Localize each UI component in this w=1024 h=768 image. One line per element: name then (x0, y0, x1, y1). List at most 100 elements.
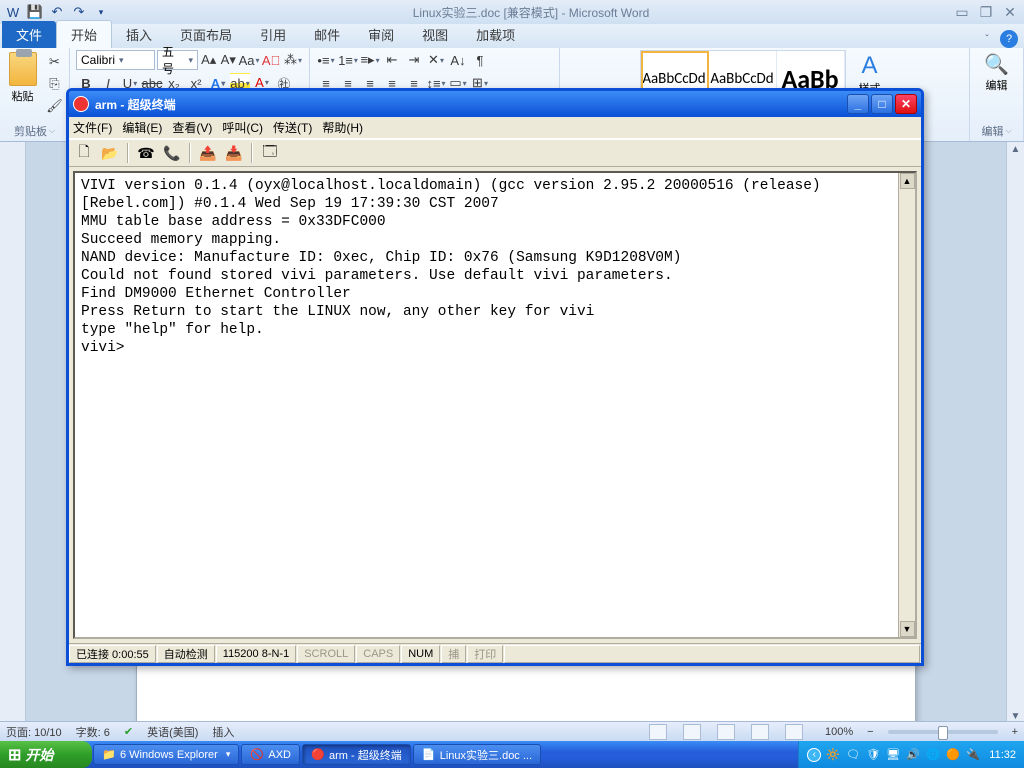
asian-layout-icon[interactable]: ✕ (426, 50, 446, 70)
ht-scrollbar[interactable]: ▲ ▼ (898, 173, 915, 637)
ht-status-caps: CAPS (356, 645, 400, 663)
word-minimize-button[interactable]: ▭ (952, 4, 972, 21)
status-words[interactable]: 字数: 6 (76, 724, 110, 740)
start-button[interactable]: 开始 (0, 741, 92, 768)
taskbar-item-label: Linux实验三.doc ... (440, 747, 532, 763)
tray-icon-1[interactable]: 🔆 (825, 747, 841, 763)
tab-review[interactable]: 审阅 (354, 21, 408, 48)
format-painter-icon[interactable]: 🖌 (45, 96, 65, 116)
change-case-icon[interactable]: Aa (239, 50, 259, 70)
word-restore-button[interactable]: ❐ (976, 4, 996, 21)
ht-open-icon[interactable]: 📂 (99, 142, 121, 164)
view-outline-icon[interactable] (751, 724, 769, 740)
clock[interactable]: 11:32 (989, 749, 1016, 761)
sort-icon[interactable]: A↓ (448, 50, 468, 70)
tray-icon-3[interactable]: 🛡 (865, 747, 881, 763)
tray-icon-6[interactable]: 🌐 (925, 747, 941, 763)
show-marks-icon[interactable]: ¶ (470, 50, 490, 70)
ht-menu-call[interactable]: 呼叫(C) (222, 119, 263, 136)
ht-menu-view[interactable]: 查看(V) (172, 119, 212, 136)
zoom-slider[interactable] (888, 730, 998, 734)
ht-status-num: NUM (401, 645, 440, 663)
indent-dec-icon[interactable]: ⇤ (382, 50, 402, 70)
ht-titlebar[interactable]: arm - 超级终端 _ □ ✕ (69, 91, 921, 117)
cut-icon[interactable]: ✂ (45, 52, 65, 72)
phonetic-icon[interactable]: ⁂ (283, 50, 303, 70)
tab-refs[interactable]: 引用 (246, 21, 300, 48)
font-size-combo[interactable]: 五号 (157, 50, 198, 70)
bullets-icon[interactable]: •≡ (316, 50, 336, 70)
ht-scroll-down-icon[interactable]: ▼ (900, 621, 915, 637)
status-proof-icon[interactable]: ✔ (124, 725, 133, 738)
ribbon-min-icon[interactable]: ˇ (978, 30, 996, 48)
shrink-font-icon[interactable]: A▾ (220, 50, 238, 70)
view-draft-icon[interactable] (785, 724, 803, 740)
ht-menu-file[interactable]: 文件(F) (73, 119, 112, 136)
multilevel-icon[interactable]: ≡▸ (360, 50, 380, 70)
qat-more-icon[interactable]: ▾ (92, 3, 110, 21)
tray-icon-7[interactable]: 🟠 (945, 747, 961, 763)
word-close-button[interactable]: ✕ (1000, 4, 1020, 21)
ht-status-detect: 自动检测 (157, 645, 215, 663)
tab-addins[interactable]: 加载项 (462, 21, 529, 48)
ht-disconnect-icon[interactable]: 📞 (161, 142, 183, 164)
tab-file[interactable]: 文件 (2, 21, 56, 48)
word-title: Linux实验三.doc [兼容模式] - Microsoft Word (110, 4, 952, 21)
paste-button[interactable]: 粘贴 (5, 50, 41, 108)
redo-icon[interactable]: ↷ (70, 3, 88, 21)
ht-menu-transfer[interactable]: 传送(T) (273, 119, 312, 136)
scroll-up-icon[interactable]: ▲ (1011, 144, 1021, 155)
taskbar-item-3[interactable]: 📄Linux实验三.doc ... (413, 744, 541, 765)
tab-mail[interactable]: 邮件 (300, 21, 354, 48)
tab-insert[interactable]: 插入 (112, 21, 166, 48)
ht-menu-help[interactable]: 帮助(H) (322, 119, 363, 136)
ht-connect-icon[interactable]: ☎ (135, 142, 157, 164)
font-name-combo[interactable]: Calibri (76, 50, 155, 70)
status-page[interactable]: 页面: 10/10 (6, 724, 62, 740)
ht-minimize-button[interactable]: _ (847, 94, 869, 114)
ht-maximize-button[interactable]: □ (871, 94, 893, 114)
group-clipboard: 粘贴 ✂ ⎘ 🖌 剪贴板 (0, 48, 70, 141)
status-insert[interactable]: 插入 (212, 724, 234, 740)
editing-button[interactable]: 🔍 编辑 (977, 50, 1017, 108)
taskbar-item-0[interactable]: 📁6 Windows Explorer▾ (93, 744, 239, 765)
status-lang[interactable]: 英语(美国) (147, 724, 198, 740)
ht-close-button[interactable]: ✕ (895, 94, 917, 114)
ht-menu-edit[interactable]: 编辑(E) (122, 119, 162, 136)
ht-status-spacer (504, 645, 920, 663)
indent-inc-icon[interactable]: ⇥ (404, 50, 424, 70)
grow-font-icon[interactable]: A▴ (200, 50, 218, 70)
view-read-icon[interactable] (683, 724, 701, 740)
tray-icon-8[interactable]: 🔌 (965, 747, 981, 763)
numbering-icon[interactable]: 1≡ (338, 50, 358, 70)
save-icon[interactable]: 💾 (26, 3, 44, 21)
ht-scroll-up-icon[interactable]: ▲ (900, 173, 915, 189)
zoom-out-icon[interactable]: − (867, 726, 873, 738)
ht-new-icon[interactable]: 🗋 (73, 142, 95, 164)
zoom-label[interactable]: 100% (825, 726, 853, 738)
zoom-in-icon[interactable]: + (1012, 726, 1018, 738)
ht-status-print: 打印 (467, 645, 503, 663)
view-web-icon[interactable] (717, 724, 735, 740)
clear-format-icon[interactable]: A⃠ (261, 50, 281, 70)
tab-home[interactable]: 开始 (56, 20, 112, 48)
terminal-output[interactable]: VIVI version 0.1.4 (oyx@localhost.locald… (75, 173, 898, 637)
word-scrollbar[interactable]: ▲ ▼ (1006, 142, 1024, 724)
ht-properties-icon[interactable]: 🗔 (259, 142, 281, 164)
tray-icon-2[interactable]: 🗨 (845, 747, 861, 763)
ht-status-cfg: 115200 8-N-1 (216, 645, 296, 663)
undo-icon[interactable]: ↶ (48, 3, 66, 21)
tray-icon-5[interactable]: 🔊 (905, 747, 921, 763)
ht-receive-icon[interactable]: 📥 (223, 142, 245, 164)
taskbar-item-1[interactable]: 🚫AXD (241, 744, 300, 765)
tray-icon-4[interactable]: 🖥 (885, 747, 901, 763)
tab-view[interactable]: 视图 (408, 21, 462, 48)
copy-icon[interactable]: ⎘ (45, 74, 65, 94)
help-icon[interactable]: ? (1000, 30, 1018, 48)
view-print-icon[interactable] (649, 724, 667, 740)
taskbar-item-icon: 📁 (102, 748, 116, 762)
ht-send-icon[interactable]: 📤 (197, 142, 219, 164)
ht-title-text: arm - 超级终端 (95, 96, 176, 113)
tray-expand-icon[interactable]: ‹ (807, 748, 821, 762)
taskbar-item-2[interactable]: 🔴arm - 超级终端 (302, 744, 411, 765)
